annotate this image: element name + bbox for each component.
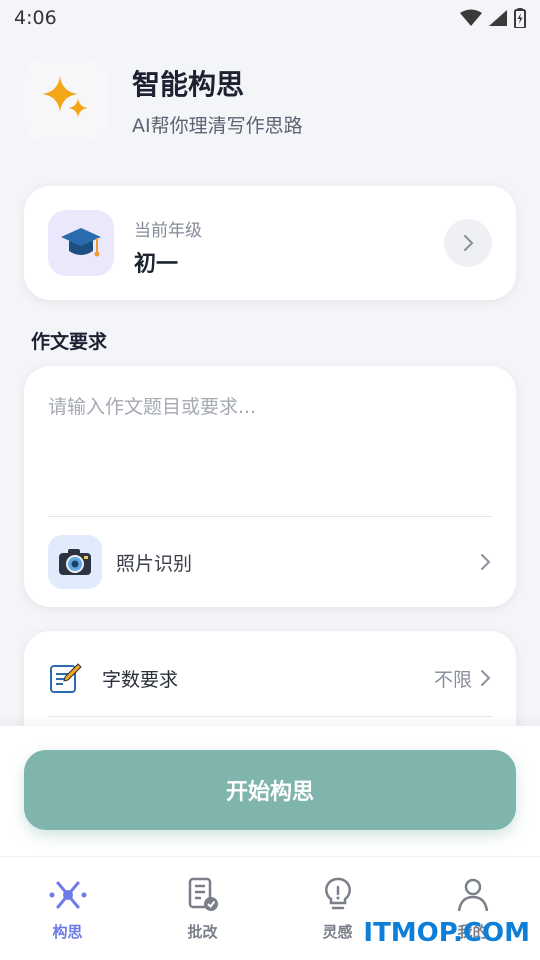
nav-label: 构思 [52, 923, 83, 941]
requirement-card: 照片识别 [24, 366, 516, 607]
photo-label: 照片识别 [116, 552, 193, 575]
nav-item-conceive[interactable]: 构思 [0, 857, 135, 960]
start-button[interactable]: 开始构思 [24, 750, 516, 830]
word-count-value: 不限 [433, 668, 472, 691]
requirement-input[interactable] [48, 392, 492, 512]
nav-label: 灵感 [322, 923, 353, 941]
chevron-right-icon [481, 554, 491, 570]
sparkle-nav-icon [48, 875, 88, 915]
divider [48, 716, 492, 717]
watermark: ITMOP.COM [363, 918, 530, 948]
sparkle-logo-icon [24, 58, 108, 142]
word-count-label: 字数要求 [102, 668, 179, 691]
signal-icon [489, 10, 507, 26]
grade-card[interactable]: 当前年级 初一 [24, 186, 516, 300]
document-check-icon [183, 875, 223, 915]
status-bar: 4:06 [0, 0, 540, 36]
user-icon [453, 875, 493, 915]
camera-icon [48, 535, 102, 589]
chevron-right-icon[interactable] [444, 219, 492, 267]
battery-icon [514, 8, 526, 28]
status-time: 4:06 [14, 7, 57, 29]
grade-caption: 当前年级 [134, 221, 202, 241]
lightbulb-icon [318, 875, 358, 915]
nav-label: 批改 [187, 923, 218, 941]
bottom-panel: 开始构思 [0, 726, 540, 856]
status-icons [460, 8, 526, 28]
word-count-row[interactable]: 字数要求 不限 [48, 655, 492, 701]
divider [48, 516, 492, 517]
page-title: 智能构思 [132, 67, 245, 101]
chevron-right-icon [481, 670, 491, 686]
nav-item-correct[interactable]: 批改 [135, 857, 270, 960]
photo-recognition-row[interactable]: 照片识别 [48, 535, 492, 589]
grade-value: 初一 [134, 252, 179, 277]
graduation-cap-icon [48, 210, 114, 276]
page-subtitle: AI帮你理清写作思路 [132, 114, 303, 137]
header: 智能构思 AI帮你理清写作思路 [24, 58, 303, 142]
wifi-icon [460, 9, 482, 26]
pencil-note-icon [50, 663, 82, 693]
section-label: 作文要求 [31, 331, 108, 353]
